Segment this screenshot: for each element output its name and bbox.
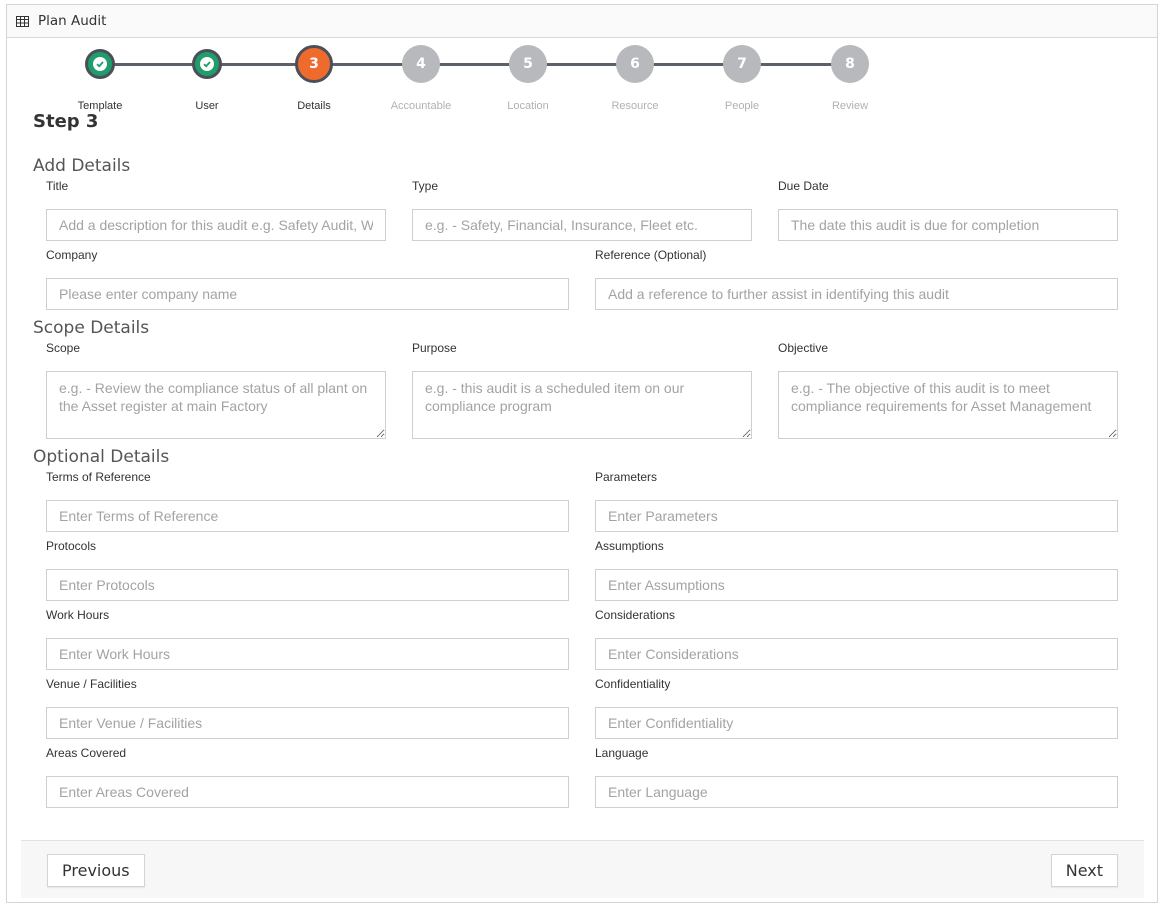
language-input[interactable] — [595, 776, 1118, 808]
panel-title: Plan Audit — [38, 13, 107, 29]
wizard-footer: Previous Next — [21, 840, 1144, 898]
due-date-field-group: Due Date — [778, 179, 1118, 241]
title-input[interactable] — [46, 209, 386, 241]
step-label: User — [195, 100, 219, 112]
step-review[interactable]: 8 Review — [810, 45, 890, 112]
parameters-field-group: Parameters — [595, 470, 1118, 532]
step-circle — [85, 49, 115, 79]
assumptions-input[interactable] — [595, 569, 1118, 601]
assumptions-field-group: Assumptions — [595, 539, 1118, 601]
reference-label: Reference (Optional) — [595, 248, 707, 262]
previous-button[interactable]: Previous — [47, 854, 145, 887]
step-circle: 3 — [295, 45, 333, 83]
scope-field-group: Scope — [46, 341, 386, 444]
purpose-label: Purpose — [412, 341, 457, 355]
areas-covered-label: Areas Covered — [46, 746, 127, 760]
considerations-field-group: Considerations — [595, 608, 1118, 670]
step-circle: 7 — [723, 45, 761, 83]
venue-input[interactable] — [46, 707, 569, 739]
step-accountable[interactable]: 4 Accountable — [381, 45, 461, 112]
plan-audit-panel: Plan Audit Template User 3 Details 4 Acc… — [6, 4, 1158, 903]
work-hours-field-group: Work Hours — [46, 608, 569, 670]
areas-covered-field-group: Areas Covered — [46, 746, 569, 808]
venue-label: Venue / Facilities — [46, 677, 137, 691]
purpose-field-group: Purpose — [412, 341, 752, 444]
work-hours-input[interactable] — [46, 638, 569, 670]
step-label: People — [724, 100, 760, 112]
due-date-input[interactable] — [778, 209, 1118, 241]
step-label: Accountable — [390, 100, 452, 112]
protocols-field-group: Protocols — [46, 539, 569, 601]
type-input[interactable] — [412, 209, 752, 241]
venue-field-group: Venue / Facilities — [46, 677, 569, 739]
step-label: Details — [297, 100, 331, 112]
scope-textarea[interactable] — [46, 371, 386, 439]
terms-input[interactable] — [46, 500, 569, 532]
purpose-textarea[interactable] — [412, 371, 752, 439]
objective-field-group: Objective — [778, 341, 1118, 444]
terms-label: Terms of Reference — [46, 470, 151, 484]
step-label: Location — [507, 100, 549, 112]
section-title-scope-details: Scope Details — [33, 318, 150, 338]
step-details[interactable]: 3 Details — [274, 45, 354, 112]
assumptions-label: Assumptions — [595, 539, 664, 553]
next-button[interactable]: Next — [1050, 854, 1118, 887]
step-circle: 8 — [831, 45, 869, 83]
check-icon — [93, 57, 107, 71]
company-field-group: Company — [46, 248, 569, 310]
type-field-group: Type — [412, 179, 752, 241]
scope-label: Scope — [46, 341, 81, 355]
step-label: Resource — [611, 100, 659, 112]
step-user[interactable]: User — [167, 45, 247, 112]
section-title-add-details: Add Details — [33, 156, 131, 176]
step-label: Review — [831, 100, 869, 112]
objective-textarea[interactable] — [778, 371, 1118, 439]
areas-covered-input[interactable] — [46, 776, 569, 808]
company-label: Company — [46, 248, 98, 262]
step-circle: 4 — [402, 45, 440, 83]
reference-field-group: Reference (Optional) — [595, 248, 1118, 310]
company-input[interactable] — [46, 278, 569, 310]
panel-header: Plan Audit — [7, 5, 1157, 38]
step-circle: 5 — [509, 45, 547, 83]
wizard-stepper: Template User 3 Details 4 Accountable 5 … — [7, 45, 1157, 115]
table-icon — [16, 15, 29, 27]
type-label: Type — [412, 179, 439, 193]
parameters-label: Parameters — [595, 470, 658, 484]
language-field-group: Language — [595, 746, 1118, 808]
step-location[interactable]: 5 Location — [488, 45, 568, 112]
considerations-label: Considerations — [595, 608, 676, 622]
title-label: Title — [46, 179, 69, 193]
work-hours-label: Work Hours — [46, 608, 110, 622]
step-circle: 6 — [616, 45, 654, 83]
step-circle — [192, 49, 222, 79]
check-icon — [200, 57, 214, 71]
terms-field-group: Terms of Reference — [46, 470, 569, 532]
step-people[interactable]: 7 People — [702, 45, 782, 112]
reference-input[interactable] — [595, 278, 1118, 310]
protocols-input[interactable] — [46, 569, 569, 601]
step-heading: Step 3 — [33, 111, 99, 132]
parameters-input[interactable] — [595, 500, 1118, 532]
due-date-label: Due Date — [778, 179, 829, 193]
confidentiality-field-group: Confidentiality — [595, 677, 1118, 739]
considerations-input[interactable] — [595, 638, 1118, 670]
objective-label: Objective — [778, 341, 829, 355]
section-title-optional-details: Optional Details — [33, 447, 170, 467]
title-field-group: Title — [46, 179, 386, 241]
protocols-label: Protocols — [46, 539, 97, 553]
confidentiality-label: Confidentiality — [595, 677, 671, 691]
confidentiality-input[interactable] — [595, 707, 1118, 739]
step-resource[interactable]: 6 Resource — [595, 45, 675, 112]
step-template[interactable]: Template — [60, 45, 140, 112]
language-label: Language — [595, 746, 649, 760]
